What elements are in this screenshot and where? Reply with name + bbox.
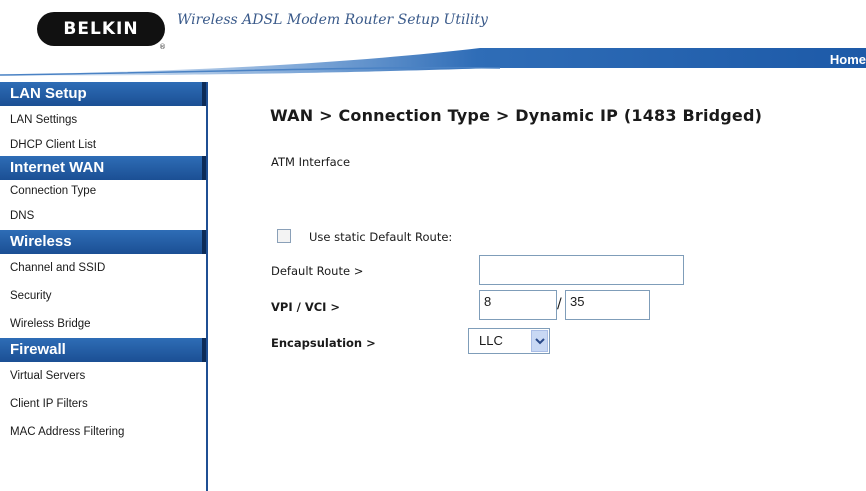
nav-bar bbox=[0, 48, 866, 76]
sidebar-section-firewall: Firewall bbox=[0, 338, 206, 362]
sidebar-item-wireless-bridge[interactable]: Wireless Bridge bbox=[0, 310, 206, 338]
sidebar-item-dhcp-client-list[interactable]: DHCP Client List bbox=[0, 134, 206, 156]
home-link[interactable]: Home bbox=[830, 52, 866, 67]
vpi-vci-separator: / bbox=[557, 296, 562, 312]
sidebar-item-virtual-servers[interactable]: Virtual Servers bbox=[0, 362, 206, 390]
page-title: WAN > Connection Type > Dynamic IP (1483… bbox=[270, 106, 763, 125]
vci-input[interactable]: 35 bbox=[565, 290, 650, 320]
header: BELKIN ® Wireless ADSL Modem Router Setu… bbox=[0, 0, 866, 82]
default-route-label: Default Route > bbox=[271, 264, 364, 278]
sidebar-item-client-ip-filters[interactable]: Client IP Filters bbox=[0, 390, 206, 418]
vpi-vci-label: VPI / VCI > bbox=[271, 300, 341, 314]
main-content: WAN > Connection Type > Dynamic IP (1483… bbox=[220, 82, 866, 491]
encapsulation-label: Encapsulation > bbox=[271, 336, 376, 350]
static-route-checkbox[interactable] bbox=[277, 229, 291, 243]
encapsulation-value: LLC bbox=[479, 333, 503, 348]
sidebar-item-channel-ssid[interactable]: Channel and SSID bbox=[0, 254, 206, 282]
chevron-down-icon[interactable] bbox=[531, 330, 548, 352]
default-route-input[interactable] bbox=[479, 255, 684, 285]
sidebar-section-internet-wan: Internet WAN bbox=[0, 156, 206, 180]
vpi-input[interactable]: 8 bbox=[479, 290, 557, 320]
sidebar-item-security[interactable]: Security bbox=[0, 282, 206, 310]
logo-text: BELKIN bbox=[63, 19, 139, 39]
sidebar: LAN Setup LAN Settings DHCP Client List … bbox=[0, 82, 208, 491]
sidebar-item-dns[interactable]: DNS bbox=[0, 202, 206, 230]
atm-interface-label: ATM Interface bbox=[271, 155, 351, 169]
app-title: Wireless ADSL Modem Router Setup Utility bbox=[177, 12, 488, 28]
sidebar-item-lan-settings[interactable]: LAN Settings bbox=[0, 106, 206, 134]
sidebar-item-connection-type[interactable]: Connection Type bbox=[0, 180, 206, 202]
belkin-logo[interactable]: BELKIN bbox=[37, 12, 165, 46]
sidebar-section-wireless: Wireless bbox=[0, 230, 206, 254]
sidebar-item-mac-address-filtering[interactable]: MAC Address Filtering bbox=[0, 418, 206, 446]
static-route-label: Use static Default Route: bbox=[309, 230, 453, 244]
encapsulation-select[interactable]: LLC bbox=[468, 328, 550, 354]
sidebar-section-lan-setup: LAN Setup bbox=[0, 82, 206, 106]
